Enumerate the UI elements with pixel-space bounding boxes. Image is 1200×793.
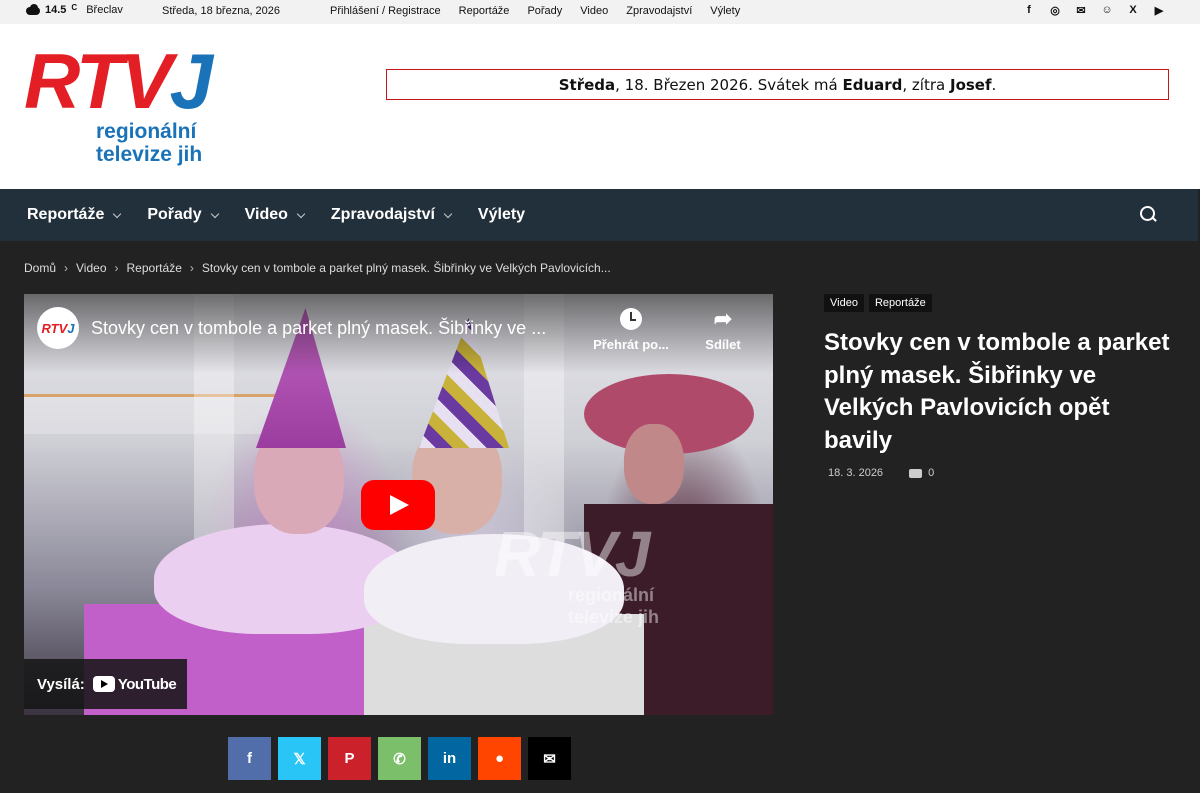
tag-video[interactable]: Video xyxy=(824,294,864,312)
site-header: RTVJ regionální televize jih Středa, 18.… xyxy=(0,24,1200,189)
login-link[interactable]: Přihlášení / Registrace xyxy=(330,5,441,17)
x-icon[interactable]: X xyxy=(1126,3,1140,17)
breadcrumb-video[interactable]: Video xyxy=(76,261,106,275)
logo-subtitle: regionální televize jih xyxy=(96,120,203,166)
article-tags: Video Reportáže xyxy=(824,294,932,312)
clock-icon xyxy=(620,308,642,330)
channel-avatar[interactable]: RTV J xyxy=(37,307,79,349)
instagram-icon[interactable]: ◎ xyxy=(1048,3,1062,17)
search-icon[interactable] xyxy=(1140,206,1156,222)
video-watermark: RTVJ regionální televize jih xyxy=(494,518,660,627)
breadcrumb-separator: › xyxy=(189,261,194,275)
facebook-icon[interactable]: f xyxy=(1022,3,1036,17)
weather-city: Břeclav xyxy=(86,4,123,16)
comments-count[interactable]: 0 xyxy=(909,467,934,479)
share-pinterest-button[interactable]: P xyxy=(328,737,371,780)
chevron-down-icon xyxy=(113,209,122,218)
comment-icon xyxy=(909,468,923,478)
pinterest-icon: P xyxy=(344,750,355,767)
youtube-icon[interactable]: ▶ xyxy=(1152,3,1166,17)
share-arrow-icon: ➦ xyxy=(713,306,733,331)
breadcrumb-separator: › xyxy=(114,261,119,275)
mail-icon[interactable]: ✉ xyxy=(1074,3,1088,17)
share-email-button[interactable]: ✉ xyxy=(528,737,571,780)
logo-mark: RTVJ xyxy=(24,37,213,125)
article-title: Stovky cen v tombole a parket plný masek… xyxy=(824,329,1170,454)
linkedin-icon: in xyxy=(442,750,457,767)
video-share-button[interactable]: ➦ Sdílet xyxy=(696,306,750,353)
top-link-porady[interactable]: Pořady xyxy=(527,5,562,17)
nav-item-zpravodajstvi[interactable]: Zpravodajství xyxy=(331,206,453,224)
chevron-down-icon xyxy=(296,209,306,218)
weather-widget: 14.5 C Břeclav xyxy=(24,2,123,16)
breadcrumb-reportaze[interactable]: Reportáže xyxy=(127,261,182,275)
breadcrumb-separator: › xyxy=(64,261,69,275)
video-title[interactable]: Stovky cen v tombole a parket plný masek… xyxy=(91,318,546,339)
breadcrumb: Domů › Video › Reportáže › Stovky cen v … xyxy=(24,261,611,275)
article-date: 18. 3. 2026 xyxy=(828,467,884,479)
social-links: f ◎ ✉ ☺ X ▶ xyxy=(1022,3,1166,17)
top-link-video[interactable]: Video xyxy=(580,5,608,17)
whatsapp-icon: ✆ xyxy=(393,750,406,768)
breadcrumb-home[interactable]: Domů xyxy=(24,261,56,275)
facebook-icon: f xyxy=(247,750,252,767)
youtube-bar[interactable]: Vysílá: YouTube xyxy=(24,659,187,709)
nav-item-porady[interactable]: Pořady xyxy=(147,206,219,224)
share-linkedin-button[interactable]: in xyxy=(428,737,471,780)
youtube-logo[interactable]: YouTube xyxy=(92,676,177,693)
share-buttons: f 𝕏 P ✆ in ● ✉ xyxy=(228,737,571,780)
breadcrumb-current: Stovky cen v tombole a parket plný masek… xyxy=(201,261,611,275)
main-nav: Reportáže Pořady Video Zpravodajství Výl… xyxy=(0,189,1198,241)
share-reddit-button[interactable]: ● xyxy=(478,737,521,780)
site-logo[interactable]: RTVJ regionální televize jih xyxy=(24,37,240,188)
share-x-button[interactable]: 𝕏 xyxy=(278,737,321,780)
chevron-down-icon xyxy=(210,209,219,218)
temperature-unit: C xyxy=(71,2,78,12)
nameday-banner: Středa, 18. Březen 2026. Svátek má Eduar… xyxy=(386,69,1169,100)
tag-reportaze[interactable]: Reportáže xyxy=(868,294,932,312)
nav-item-vylety[interactable]: Výlety xyxy=(478,206,525,224)
reddit-icon: ● xyxy=(494,750,505,767)
top-link-vylety[interactable]: Výlety xyxy=(710,5,740,17)
email-icon: ✉ xyxy=(543,750,556,768)
temperature: 14.5 xyxy=(45,4,67,16)
cloud-icon xyxy=(24,4,42,15)
share-whatsapp-button[interactable]: ✆ xyxy=(378,737,421,780)
top-bar: 14.5 C Břeclav Středa, 18 března, 2026 P… xyxy=(0,0,1200,24)
top-date: Středa, 18 března, 2026 xyxy=(162,5,281,17)
article-meta: 18. 3. 2026 0 xyxy=(828,467,934,479)
x-icon: 𝕏 xyxy=(293,750,306,768)
youtube-play-icon xyxy=(92,676,115,692)
reddit-icon[interactable]: ☺ xyxy=(1100,3,1114,17)
top-links: Přihlášení / Registrace Reportáže Pořady… xyxy=(330,5,740,17)
nav-item-video[interactable]: Video xyxy=(245,206,306,224)
chevron-down-icon xyxy=(443,209,453,218)
video-frame-background xyxy=(24,394,284,434)
nav-item-reportaze[interactable]: Reportáže xyxy=(27,206,122,224)
top-link-zpravodajstvi[interactable]: Zpravodajství xyxy=(626,5,692,17)
video-player[interactable]: RTV J Stovky cen v tombole a parket plný … xyxy=(24,294,773,715)
youtube-label: Vysílá: xyxy=(37,675,85,693)
share-facebook-button[interactable]: f xyxy=(228,737,271,780)
watch-later-button[interactable]: Přehrát po... xyxy=(589,308,673,352)
top-link-reportaze[interactable]: Reportáže xyxy=(459,5,510,17)
play-button[interactable] xyxy=(361,480,435,530)
